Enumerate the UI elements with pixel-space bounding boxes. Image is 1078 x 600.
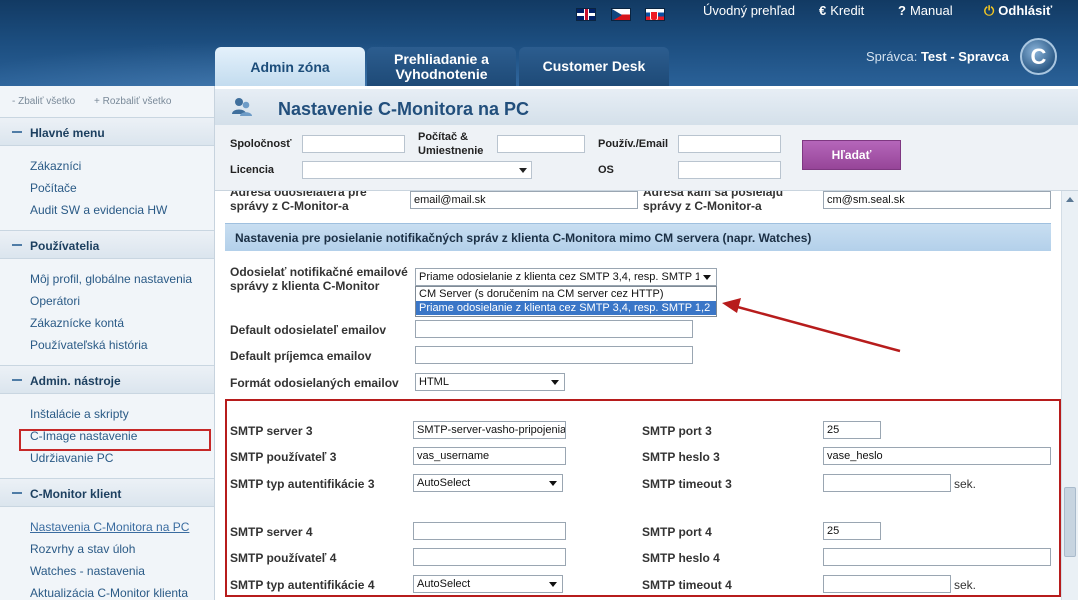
dropdown-option-cm-server[interactable]: CM Server (s doručením na CM server cez … [416,287,716,301]
menu-group-users[interactable]: Používatelia [0,230,214,259]
credit-label: Kredit [830,3,865,18]
content-scrollbar[interactable] [1061,191,1078,600]
settings-content: Adresa odosielateľa pre správy z C-Monit… [215,191,1061,600]
page-title: Nastavenie C-Monitora na PC [278,99,530,119]
sidebar-item-schedules[interactable]: Rozvrhy a stav úloh [30,542,135,556]
sidebar-item-user-history[interactable]: Používateľská história [30,338,148,352]
tab-customer-desk[interactable]: Customer Desk [519,47,669,86]
user-email-input[interactable] [678,135,781,153]
email-format-label: Formát odosielaných emailov [230,376,399,390]
tab-review-label: Prehliadanie a Vyhodnotenie [394,51,489,82]
menu-group-main[interactable]: Hlavné menu [0,117,214,146]
default-sender-input[interactable] [415,320,693,338]
czech-flag-icon[interactable] [611,8,631,21]
license-label: Licencia [230,164,275,176]
user-email-label: Použív./Email [598,138,669,150]
sidebar-item-watches[interactable]: Watches - nastavenia [30,564,145,578]
sender-address-input[interactable]: email@mail.sk [410,191,638,209]
filter-panel: Spoločnosť Počítač & Umiestnenie Použív.… [215,125,1078,191]
left-sidebar: - Zbaliť všetko + Rozbaliť všetko Hlavné… [0,86,215,600]
help-icon: ? [898,3,906,18]
euro-icon: € [819,3,827,18]
administrator-name[interactable]: Test - Spravca [921,49,1009,64]
sidebar-item-audit[interactable]: Audit SW a evidencia HW [30,203,167,217]
computer-location-label: Počítač & Umiestnenie [418,131,484,157]
tab-desk-label: Customer Desk [542,58,646,74]
users-settings-icon [232,98,252,116]
computer-location-input[interactable] [497,135,585,153]
sidebar-item-c-monitor-settings[interactable]: Nastavenia C-Monitora na PC [30,520,189,534]
notification-section-header: Nastavenia pre posielanie notifikačných … [225,223,1051,251]
page-title-bar: Nastavenie C-Monitora na PC [215,89,1078,125]
recipient-address-label: Adresa kam sa posielajú správy z C-Monit… [643,191,784,213]
power-icon: ⏻ [984,3,995,18]
send-notifications-dropdown-list: CM Server (s doručením na CM server cez … [415,286,717,317]
smtp-highlight-box [225,399,1061,597]
scroll-up-icon[interactable] [1066,197,1074,202]
tab-admin-label: Admin zóna [250,59,330,75]
collapse-all-link[interactable]: - Zbaliť všetko [12,96,75,107]
english-flag-icon[interactable] [576,8,596,21]
chevron-down-icon [551,380,559,385]
os-input[interactable] [678,161,781,179]
company-input[interactable] [302,135,405,153]
sidebar-item-operators[interactable]: Operátori [30,294,80,308]
dropdown-option-direct-smtp[interactable]: Priame odosielanie z klienta cez SMTP 3,… [416,301,716,315]
sender-address-label: Adresa odosielateľa pre správy z C-Monit… [230,191,367,213]
top-header: Úvodný prehľad € Kredit ? Manual ⏻ Odhlásiť… [0,0,1078,86]
search-button[interactable]: Hľadať [802,140,901,170]
sidebar-item-installations[interactable]: Inštalácie a skripty [30,407,129,421]
license-select[interactable] [302,161,532,179]
company-label: Spoločnosť [230,138,292,150]
sidebar-item-client-update[interactable]: Aktualizácia C-Monitor klienta [30,586,188,600]
sidebar-item-my-profile[interactable]: Môj profil, globálne nastavenia [30,272,192,286]
credit-link[interactable]: € Kredit [819,4,864,18]
scrollbar-thumb[interactable] [1064,487,1076,557]
expand-all-link[interactable]: + Rozbaliť všetko [94,96,171,107]
c-monitor-logo-icon: C [1020,38,1057,75]
main-panel: Nastavenie C-Monitora na PC Spoločnosť P… [215,86,1078,600]
tab-review-evaluation[interactable]: Prehliadanie a Vyhodnotenie [367,47,516,86]
send-notifications-select[interactable]: Priame odosielanie z klienta cez SMTP 3,… [415,268,717,286]
collapse-expand-row: - Zbaliť všetko + Rozbaliť všetko [12,96,187,107]
recipient-address-input[interactable]: cm@sm.seal.sk [823,191,1051,209]
sidebar-item-pc-maintenance[interactable]: Udržiavanie PC [30,451,113,465]
default-recipient-label: Default príjemca emailov [230,349,372,363]
administrator-caption: Správca: [866,49,918,64]
chevron-down-icon [519,168,527,173]
email-format-select[interactable]: HTML [415,373,565,391]
manual-link[interactable]: ? Manual [898,4,953,18]
manual-label: Manual [909,3,953,18]
menu-group-admin-tools[interactable]: Admin. nástroje [0,365,214,394]
menu-group-c-monitor-client[interactable]: C-Monitor klient [0,478,214,507]
email-format-value: HTML [419,376,449,388]
send-notifications-selected: Priame odosielanie z klienta cez SMTP 3,… [419,271,699,283]
administrator-info: Správca: Test - Spravca [866,49,1009,64]
sidebar-item-computers[interactable]: Počítače [30,181,77,195]
os-label: OS [598,164,614,176]
tab-admin-zone[interactable]: Admin zóna [215,47,365,86]
chevron-down-icon [703,275,711,280]
logout-label: Odhlásiť [998,3,1053,18]
sidebar-item-customer-accounts[interactable]: Zákaznícke kontá [30,316,124,330]
logout-link[interactable]: ⏻ Odhlásiť [984,4,1052,18]
home-overview-link[interactable]: Úvodný prehľad [703,4,795,18]
default-sender-label: Default odosielateľ emailov [230,323,386,337]
send-notifications-label: Odosielať notifikačné emailové správy z … [230,265,408,293]
sidebar-item-customers[interactable]: Zákazníci [30,159,81,173]
slovak-flag-icon[interactable] [645,8,665,21]
default-recipient-input[interactable] [415,346,693,364]
active-item-highlight-box [19,429,211,451]
